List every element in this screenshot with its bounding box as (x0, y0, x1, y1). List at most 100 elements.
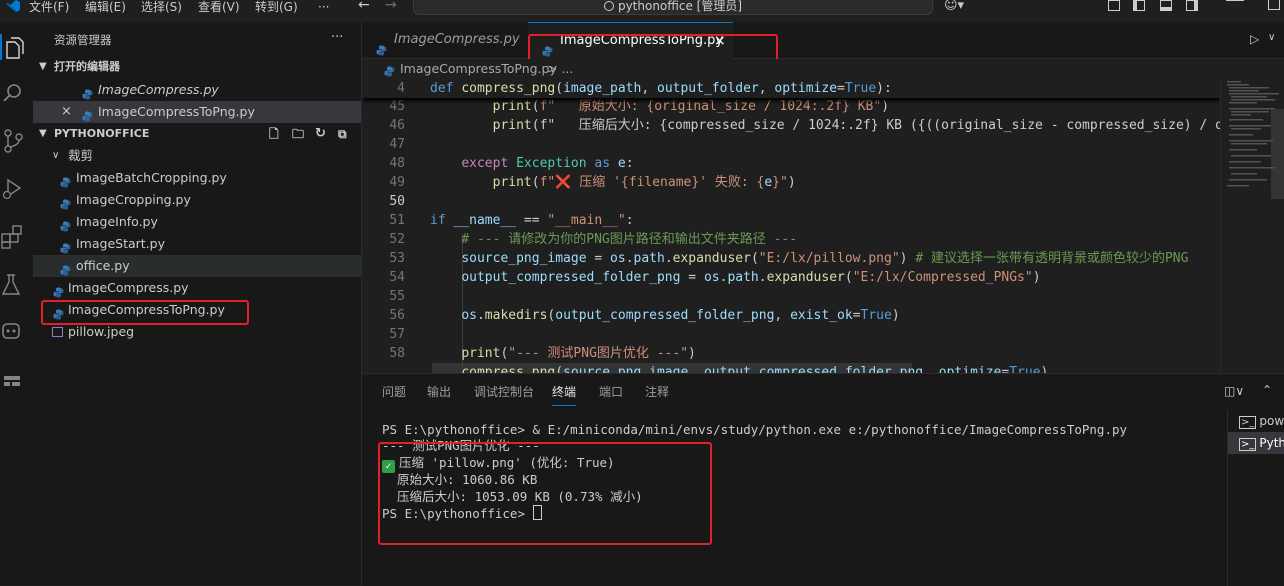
terminal-list: >_powe >_Pyth (1227, 410, 1284, 586)
line-number: 58 (389, 346, 405, 361)
terminal-list-item[interactable]: >_powe (1228, 410, 1284, 432)
copilot-chat-icon[interactable] (0, 314, 33, 348)
explorer-sidebar: 资源管理器 ··· ▼ 打开的编辑器 ImageCompress.py × Im… (33, 22, 362, 585)
extensions-icon[interactable] (0, 218, 33, 252)
python-file-icon (60, 195, 71, 210)
file-item[interactable]: ImageStart.py (33, 233, 361, 255)
file-label: ImageCompress.py (68, 280, 189, 295)
minimize-icon[interactable] (1226, 0, 1244, 1)
toggle-secondary-sidebar-icon[interactable] (1186, 0, 1198, 11)
run-debug-icon[interactable] (0, 170, 33, 204)
menu-edit[interactable]: 编辑(E) (85, 0, 126, 14)
file-item[interactable]: office.py (33, 255, 361, 277)
line-number: 57 (389, 327, 405, 342)
split-terminal-icon[interactable]: ◫∨ (1224, 384, 1244, 398)
project-header[interactable]: ▼ PYTHONOFFICE 🗋 🗀 ↻ ⧉ (33, 123, 361, 145)
code-line: os.makedirs(output_compressed_folder_png… (461, 308, 900, 323)
breadcrumb-rest[interactable]: > ... (547, 59, 573, 79)
file-label: ImageCropping.py (76, 192, 191, 207)
tab-problems[interactable]: 问题 (382, 374, 406, 410)
chevron-down-icon[interactable]: ∨ (1268, 32, 1275, 43)
open-editors-header[interactable]: ▼ 打开的编辑器 (33, 56, 361, 78)
line-number: 4 (397, 81, 405, 96)
new-folder-icon[interactable]: 🗀 (292, 123, 304, 145)
code-line: print(f" 压缩后大小: {compressed_size / 1024:… (492, 118, 1220, 133)
code-line: # --- 请修改为你的PNG图片路径和输出文件夹路径 --- (461, 232, 798, 247)
tab-debug-console[interactable]: 调试控制台 (474, 374, 534, 410)
line-number: 51 (389, 213, 405, 228)
image-file-icon (52, 327, 63, 337)
line-number: 55 (389, 289, 405, 304)
file-label: ImageInfo.py (76, 214, 158, 229)
code-line: source_png_image = os.path.expanduser("E… (461, 251, 1189, 266)
minimap[interactable] (1220, 79, 1284, 373)
line-number: 53 (389, 251, 405, 266)
source-control-icon[interactable] (0, 122, 33, 156)
breadcrumb: ImageCompressToPng.py > ... (362, 59, 1284, 79)
menu-view[interactable]: 查看(V) (198, 0, 240, 14)
customize-layout-icon[interactable] (1108, 0, 1120, 11)
back-arrow-icon[interactable]: ← (358, 0, 370, 13)
maximize-panel-icon[interactable]: ⌃ (1262, 383, 1272, 397)
chevron-down-icon: ∨ (52, 150, 60, 161)
open-editor-item[interactable]: ImageCompress.py (33, 79, 361, 101)
menu-more[interactable]: ··· (318, 0, 329, 14)
menu-go[interactable]: 转到(G) (255, 0, 298, 14)
line-number: 56 (389, 308, 405, 323)
file-label: ImageStart.py (76, 236, 165, 251)
tab-comments[interactable]: 注释 (645, 374, 669, 410)
file-label: office.py (76, 258, 130, 273)
tab-output[interactable]: 输出 (427, 374, 451, 410)
forward-arrow-icon[interactable]: → (385, 0, 397, 13)
toggle-panel-icon[interactable] (1160, 0, 1172, 11)
menu-selection[interactable]: 选择(S) (141, 0, 182, 14)
tab-ports[interactable]: 端口 (599, 374, 623, 410)
search-icon[interactable] (0, 74, 33, 108)
line-number: 47 (389, 137, 405, 152)
breadcrumb-file[interactable]: ImageCompressToPng.py (400, 59, 557, 79)
copilot-icon[interactable]: ☺▾ (944, 0, 964, 13)
sidebar-more-icon[interactable]: ··· (331, 30, 343, 45)
open-editor-item-active[interactable]: × ImageCompressToPng.py (33, 101, 361, 123)
file-item[interactable]: ImageBatchCropping.py (33, 167, 361, 189)
code-line: if __name__ == "__main__": (430, 213, 634, 228)
terminal-icon: >_ (1239, 416, 1257, 429)
file-item[interactable]: ImageCropping.py (33, 189, 361, 211)
line-number: 52 (389, 232, 405, 247)
remote-explorer-icon[interactable] (0, 362, 33, 396)
testing-icon[interactable] (0, 267, 33, 301)
close-icon[interactable]: × (61, 101, 72, 123)
collapse-all-icon[interactable]: ⧉ (338, 123, 347, 145)
toggle-sidebar-icon[interactable] (1133, 0, 1145, 11)
highlight-box-sidebar (41, 300, 249, 325)
menu-file[interactable]: 文件(F) (29, 0, 69, 14)
tab-terminal[interactable]: 终端 (552, 379, 577, 406)
code-line: except Exception as e: (461, 156, 634, 171)
file-item[interactable]: ImageInfo.py (33, 211, 361, 233)
open-editors-label: 打开的编辑器 (54, 60, 120, 73)
restore-icon[interactable] (1268, 0, 1280, 10)
python-file-icon (60, 239, 71, 254)
highlight-box-terminal (378, 442, 712, 545)
folder-item[interactable]: ∨ 裁剪 (33, 145, 361, 167)
sticky-scroll[interactable]: 4 def compress_png(image_path, output_fo… (362, 79, 1220, 98)
new-file-icon[interactable]: 🗋 (269, 123, 279, 145)
vscode-logo-icon (6, 0, 20, 12)
code-line: print("--- 测试PNG图片优化 ---") (461, 346, 696, 361)
run-icon[interactable]: ▷ (1250, 32, 1259, 46)
folder-label: 裁剪 (68, 148, 94, 163)
chevron-down-icon: ▼ (39, 128, 47, 139)
line-number: 45 (389, 99, 405, 114)
python-file-icon (60, 217, 71, 232)
code-editor[interactable]: 4 def compress_png(image_path, output_fo… (362, 79, 1220, 373)
file-item[interactable]: ImageCompress.py (33, 277, 361, 299)
command-center-search[interactable]: pythonoffice [管理员] (413, 0, 933, 15)
code-line: output_compressed_folder_png = os.path.e… (461, 270, 1041, 285)
terminal-list-item-active[interactable]: >_ Pyth (1228, 432, 1284, 454)
line-number (362, 363, 405, 373)
python-file-icon (60, 261, 71, 276)
chevron-down-icon: ▼ (39, 61, 47, 72)
explorer-icon[interactable] (0, 30, 33, 64)
tab-image-compress[interactable]: ImageCompress.py (362, 22, 527, 58)
refresh-icon[interactable]: ↻ (315, 123, 326, 145)
